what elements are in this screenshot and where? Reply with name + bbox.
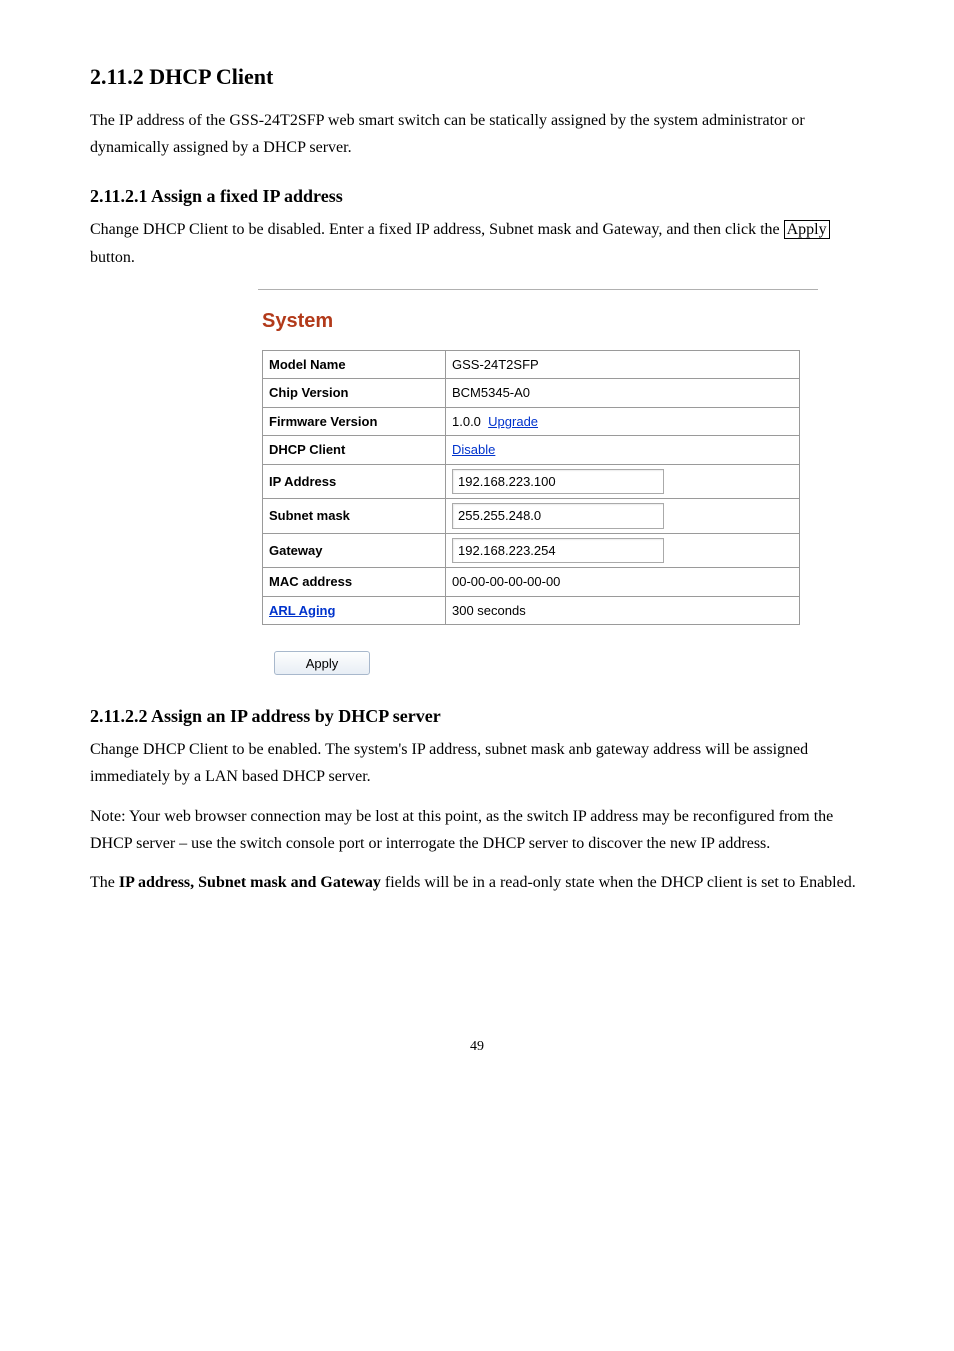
dhcp-readonly-paragraph: The IP address, Subnet mask and Gateway …: [90, 869, 864, 896]
text-segment: fields will be in a read-only state when…: [381, 874, 856, 891]
text-segment: button.: [90, 249, 135, 266]
arl-aging-link[interactable]: ARL Aging: [269, 603, 335, 618]
row-subnet-mask: Subnet mask 255.255.248.0: [263, 499, 800, 534]
heading-fixed-ip: 2.11.2.1 Assign a fixed IP address: [90, 183, 864, 210]
text-segment: The: [90, 874, 119, 891]
label-arl-aging: ARL Aging: [263, 596, 446, 625]
row-dhcp-client: DHCP Client Disable: [263, 436, 800, 465]
row-firmware-version: Firmware Version 1.0.0 Upgrade: [263, 407, 800, 436]
value-arl-aging: 300 seconds: [446, 596, 800, 625]
dhcp-server-note: Note: Your web browser connection may be…: [90, 803, 864, 857]
value-dhcp-client: Disable: [446, 436, 800, 465]
dhcp-disable-link[interactable]: Disable: [452, 442, 495, 457]
apply-button[interactable]: Apply: [274, 651, 370, 675]
bold-fields-text: IP address, Subnet mask and Gateway: [119, 874, 381, 891]
upgrade-link[interactable]: Upgrade: [488, 414, 538, 429]
row-chip-version: Chip Version BCM5345-A0: [263, 379, 800, 408]
intro-paragraph: The IP address of the GSS-24T2SFP web sm…: [90, 107, 864, 161]
label-chip-version: Chip Version: [263, 379, 446, 408]
text-segment: Change DHCP Client to be disabled. Enter…: [90, 221, 784, 238]
dhcp-server-paragraph-1: Change DHCP Client to be enabled. The sy…: [90, 736, 864, 790]
apply-inline-box: Apply: [784, 220, 830, 239]
row-ip-address: IP Address 192.168.223.100: [263, 464, 800, 499]
heading-dhcp-client: 2.11.2 DHCP Client: [90, 60, 864, 93]
label-model-name: Model Name: [263, 350, 446, 379]
row-arl-aging: ARL Aging 300 seconds: [263, 596, 800, 625]
row-model-name: Model Name GSS-24T2SFP: [263, 350, 800, 379]
label-subnet-mask: Subnet mask: [263, 499, 446, 534]
value-model-name: GSS-24T2SFP: [446, 350, 800, 379]
value-firmware-version: 1.0.0 Upgrade: [446, 407, 800, 436]
page-number: 49: [90, 1036, 864, 1057]
cell-gateway: 192.168.223.254: [446, 533, 800, 568]
label-gateway: Gateway: [263, 533, 446, 568]
panel-title: System: [262, 306, 818, 336]
label-ip-address: IP Address: [263, 464, 446, 499]
label-firmware-version: Firmware Version: [263, 407, 446, 436]
heading-dhcp-server: 2.11.2.2 Assign an IP address by DHCP se…: [90, 703, 864, 730]
fixed-ip-instructions: Change DHCP Client to be disabled. Enter…: [90, 216, 864, 270]
cell-subnet-mask: 255.255.248.0: [446, 499, 800, 534]
value-chip-version: BCM5345-A0: [446, 379, 800, 408]
firmware-version-text: 1.0.0: [452, 414, 481, 429]
system-panel-screenshot: System Model Name GSS-24T2SFP Chip Versi…: [258, 289, 818, 676]
row-gateway: Gateway 192.168.223.254: [263, 533, 800, 568]
gateway-input[interactable]: 192.168.223.254: [452, 538, 664, 564]
value-mac-address: 00-00-00-00-00-00: [446, 568, 800, 597]
ip-address-input[interactable]: 192.168.223.100: [452, 469, 664, 495]
cell-ip-address: 192.168.223.100: [446, 464, 800, 499]
subnet-mask-input[interactable]: 255.255.248.0: [452, 503, 664, 529]
row-mac-address: MAC address 00-00-00-00-00-00: [263, 568, 800, 597]
label-mac-address: MAC address: [263, 568, 446, 597]
label-dhcp-client: DHCP Client: [263, 436, 446, 465]
system-table: Model Name GSS-24T2SFP Chip Version BCM5…: [262, 350, 800, 626]
